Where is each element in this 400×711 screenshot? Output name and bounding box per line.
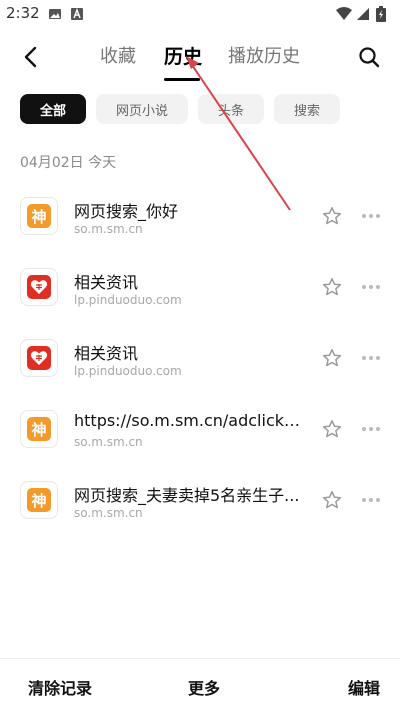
status-bar: 2:32: [0, 0, 400, 28]
more-options-button[interactable]: [358, 275, 384, 299]
site-icon: [20, 339, 58, 377]
history-title: 网页搜索_夫妻卖掉5名亲生子...: [74, 486, 300, 505]
history-list: 神 网页搜索_你好 so.m.sm.cn 相关资讯 lp.pinduoduo.c…: [0, 180, 400, 535]
more-options-button[interactable]: [358, 346, 384, 370]
more-dots-icon: [362, 285, 380, 289]
search-icon: [359, 47, 380, 68]
filter-web-novel[interactable]: 网页小说: [96, 94, 189, 124]
history-url: lp.pinduoduo.com: [74, 364, 182, 378]
more-dots-icon: [362, 356, 380, 360]
clear-history-button[interactable]: 清除记录: [28, 675, 92, 699]
history-item[interactable]: 神 网页搜索_夫妻卖掉5名亲生子... so.m.sm.cn: [0, 464, 400, 535]
more-dots-icon: [362, 427, 380, 431]
history-url: so.m.sm.cn: [74, 506, 143, 520]
shen-logo-icon: 神: [27, 204, 51, 228]
history-item[interactable]: 相关资讯 lp.pinduoduo.com: [0, 322, 400, 393]
top-bar: 收藏 历史 播放历史: [0, 30, 400, 81]
more-options-button[interactable]: [358, 488, 384, 512]
site-icon: 神: [20, 197, 58, 235]
site-icon: 神: [20, 481, 58, 519]
favorite-star-button[interactable]: [320, 346, 344, 370]
pinduoduo-logo-icon: [27, 275, 51, 299]
more-options-button[interactable]: [358, 204, 384, 228]
status-time: 2:32: [6, 4, 40, 22]
favorite-star-button[interactable]: [320, 204, 344, 228]
tab-favorites[interactable]: 收藏: [100, 42, 136, 68]
star-icon: [322, 207, 342, 225]
filter-headlines[interactable]: 头条: [198, 94, 265, 124]
site-icon: 神: [20, 410, 58, 448]
image-icon: [48, 6, 62, 20]
star-icon: [322, 420, 342, 438]
filter-search[interactable]: 搜索: [274, 94, 341, 124]
a-letter-icon: [70, 6, 84, 20]
favorite-star-button[interactable]: [320, 275, 344, 299]
tab-bar: 收藏 历史 播放历史: [0, 30, 400, 81]
date-header: 04月02日 今天: [20, 155, 117, 171]
search-button[interactable]: [352, 40, 386, 74]
favorite-star-button[interactable]: [320, 488, 344, 512]
history-title: 网页搜索_你好: [74, 202, 179, 221]
filter-all[interactable]: 全部: [20, 94, 87, 124]
more-options-button[interactable]: [358, 417, 384, 441]
history-url: so.m.sm.cn: [74, 222, 143, 236]
more-button[interactable]: 更多: [188, 675, 220, 699]
tab-history[interactable]: 历史: [164, 42, 202, 69]
history-title: 相关资讯: [74, 273, 139, 292]
history-url: so.m.sm.cn: [74, 435, 143, 449]
wifi-icon: [336, 6, 352, 20]
filter-chips: 全部 网页小说 头条 搜索: [20, 94, 341, 124]
star-icon: [322, 491, 342, 509]
history-item[interactable]: 神 https://so.m.sm.cn/adclick?u... so.m.s…: [0, 393, 400, 464]
history-item[interactable]: 相关资讯 lp.pinduoduo.com: [0, 251, 400, 322]
active-tab-indicator: [164, 78, 200, 81]
history-title: https://so.m.sm.cn/adclick?u...: [74, 411, 306, 430]
history-url: lp.pinduoduo.com: [74, 293, 182, 307]
more-dots-icon: [362, 214, 380, 218]
site-icon: [20, 268, 58, 306]
tab-play-history[interactable]: 播放历史: [228, 42, 300, 68]
edit-button[interactable]: 编辑: [348, 675, 380, 699]
star-icon: [322, 278, 342, 296]
shen-logo-icon: 神: [27, 417, 51, 441]
star-icon: [322, 349, 342, 367]
pinduoduo-logo-icon: [27, 346, 51, 370]
more-dots-icon: [362, 498, 380, 502]
shen-logo-icon: 神: [27, 488, 51, 512]
bottom-action-bar: 清除记录 更多 编辑: [0, 658, 400, 711]
history-title: 相关资讯: [74, 344, 139, 363]
favorite-star-button[interactable]: [320, 417, 344, 441]
battery-charging-icon: [376, 6, 390, 22]
signal-icon: [356, 6, 370, 20]
history-item[interactable]: 神 网页搜索_你好 so.m.sm.cn: [0, 180, 400, 251]
